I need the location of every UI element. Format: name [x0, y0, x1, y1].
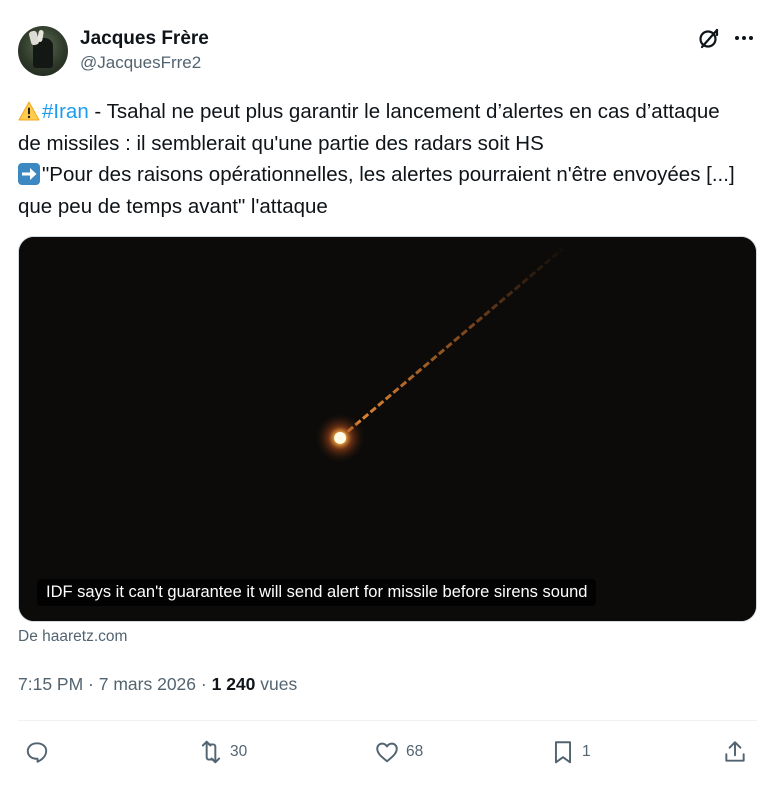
bookmark-icon	[554, 741, 572, 764]
hashtag-link[interactable]: #Iran	[42, 100, 89, 123]
retweet-icon	[201, 740, 221, 764]
tweet-time[interactable]: 7:15 PM	[18, 674, 83, 694]
warning-emoji-icon	[18, 99, 40, 121]
retweet-count: 30	[230, 743, 248, 760]
heart-icon	[376, 742, 398, 763]
views-label: vues	[255, 674, 298, 694]
meta-separator: ·	[196, 674, 212, 694]
tweet-text: #Iran - Tsahal ne peut plus garantir le …	[18, 96, 748, 222]
missile-photo	[19, 237, 756, 621]
right-arrow-emoji-icon	[18, 163, 40, 185]
tweet-meta: 7:15 PM · 7 mars 2026 · 1 240 vues	[18, 674, 297, 695]
media-caption: IDF says it can't guarantee it will send…	[37, 579, 597, 606]
link-source[interactable]: De haaretz.com	[18, 628, 127, 646]
avatar[interactable]	[18, 26, 68, 76]
grok-icon[interactable]	[697, 26, 721, 50]
tweet-date[interactable]: 7 mars 2026	[99, 674, 196, 694]
tweet-line2-text: "Pour des raisons opérationnelles, les a…	[18, 163, 735, 218]
reply-icon	[26, 742, 48, 763]
bookmark-button[interactable]: 1	[550, 739, 591, 765]
share-icon	[725, 741, 745, 762]
reply-button[interactable]	[24, 739, 56, 765]
author-handle[interactable]: @JacquesFrre2	[80, 53, 201, 73]
like-count: 68	[406, 743, 424, 760]
bookmark-count: 1	[582, 743, 591, 760]
more-icon[interactable]	[731, 26, 757, 50]
meta-separator: ·	[83, 674, 99, 694]
share-button[interactable]	[722, 739, 748, 765]
retweet-button[interactable]: 30	[198, 739, 247, 765]
tweet-line1-text: - Tsahal ne peut plus garantir le lancem…	[18, 100, 720, 155]
like-button[interactable]: 68	[374, 739, 423, 765]
media-video[interactable]: IDF says it can't guarantee it will send…	[18, 236, 757, 622]
author-name[interactable]: Jacques Frère	[80, 28, 209, 50]
divider	[18, 720, 757, 721]
views-count: 1 240	[211, 674, 256, 694]
